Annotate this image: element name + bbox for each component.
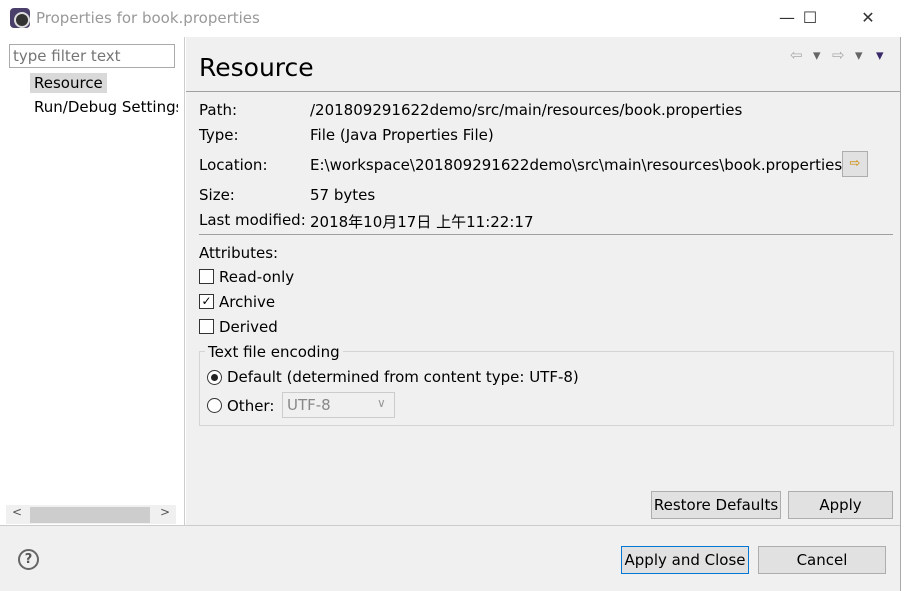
- help-icon[interactable]: ?: [18, 549, 39, 570]
- other-encoding-radio[interactable]: [207, 398, 222, 413]
- location-label: Location:: [199, 156, 268, 174]
- window-edge: [900, 37, 906, 591]
- page-title: Resource: [199, 53, 314, 82]
- window-title: Properties for book.properties: [36, 9, 260, 27]
- path-value: /201809291622demo/src/main/resources/boo…: [310, 101, 743, 119]
- filter-input[interactable]: [9, 44, 175, 68]
- open-location-icon: ⇨: [849, 156, 861, 171]
- scroll-left-icon[interactable]: <: [12, 505, 22, 519]
- attributes-label: Attributes:: [199, 244, 279, 262]
- restore-defaults-button[interactable]: Restore Defaults: [651, 491, 781, 519]
- forward-menu-icon[interactable]: ▾: [855, 46, 863, 64]
- last-modified-value: 2018年10月17日 上午11:22:17: [310, 213, 534, 231]
- other-encoding-label[interactable]: Other:: [227, 397, 274, 415]
- separator: [199, 234, 893, 235]
- sidebar-item-resource[interactable]: Resource: [30, 73, 107, 93]
- sidebar-item-run-debug-settings[interactable]: Run/Debug Settings: [30, 97, 178, 117]
- back-arrow-icon[interactable]: ⇦: [790, 46, 803, 64]
- scroll-right-icon[interactable]: >: [160, 505, 170, 519]
- maximize-button[interactable]: ☐: [787, 4, 833, 32]
- forward-arrow-icon[interactable]: ⇨: [832, 46, 845, 64]
- text-encoding-group-title: Text file encoding: [205, 343, 343, 361]
- show-in-explorer-button[interactable]: ⇨: [842, 151, 868, 177]
- default-encoding-radio[interactable]: [207, 370, 222, 385]
- path-label: Path:: [199, 101, 238, 119]
- read-only-label[interactable]: Read-only: [219, 268, 294, 286]
- type-label: Type:: [199, 126, 239, 144]
- close-button[interactable]: ✕: [845, 4, 891, 32]
- apply-and-close-button[interactable]: Apply and Close: [621, 546, 749, 574]
- cancel-button[interactable]: Cancel: [758, 546, 886, 574]
- archive-checkbox[interactable]: ✓: [199, 294, 214, 309]
- last-modified-label: Last modified:: [199, 211, 306, 229]
- default-encoding-label[interactable]: Default (determined from content type: U…: [227, 368, 579, 386]
- checkmark-icon: ✓: [201, 294, 212, 308]
- location-value: E:\workspace\201809291622demo\src\main\r…: [310, 156, 843, 174]
- derived-checkbox[interactable]: [199, 319, 214, 334]
- back-menu-icon[interactable]: ▾: [813, 46, 821, 64]
- type-value: File (Java Properties File): [310, 126, 494, 144]
- eclipse-app-icon: [10, 8, 30, 28]
- size-label: Size:: [199, 186, 235, 204]
- header-separator: [186, 91, 900, 92]
- view-menu-icon[interactable]: ▾: [876, 46, 884, 64]
- chevron-down-icon: ∨: [377, 396, 386, 410]
- derived-label[interactable]: Derived: [219, 318, 278, 336]
- apply-button[interactable]: Apply: [788, 491, 893, 519]
- archive-label[interactable]: Archive: [219, 293, 275, 311]
- size-value: 57 bytes: [310, 186, 376, 204]
- read-only-checkbox[interactable]: [199, 269, 214, 284]
- scrollbar-thumb[interactable]: [30, 507, 150, 523]
